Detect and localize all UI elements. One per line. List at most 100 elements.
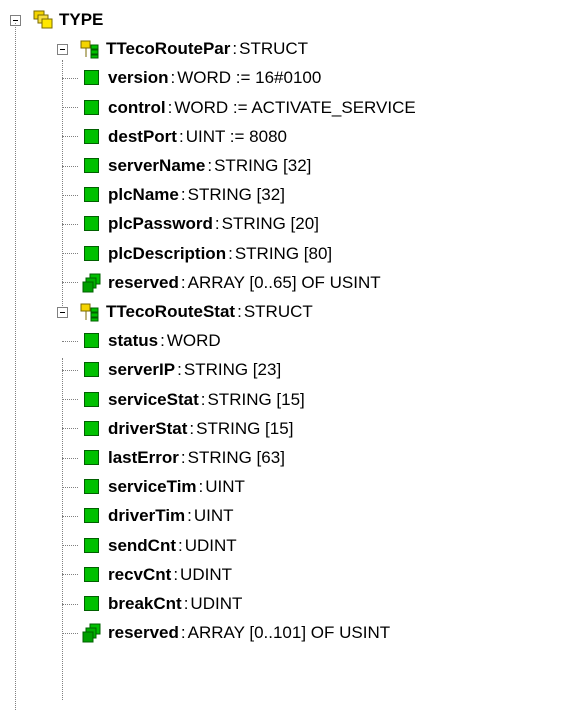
tree-node-member[interactable]: serviceTim: UINT [62, 473, 245, 501]
member-icon [82, 244, 102, 264]
tree-node-member[interactable]: serviceStat: STRING [15] [62, 386, 305, 414]
tree-connector [62, 428, 78, 430]
member-type: WORD := ACTIVATE_SERVICE [174, 97, 416, 117]
type-separator: : [200, 389, 206, 409]
tree-node-member[interactable]: destPort: UINT := 8080 [62, 123, 287, 151]
member-name: reserved [108, 623, 179, 643]
type-separator: : [207, 156, 213, 175]
type-separator: : [232, 39, 238, 59]
member-name: status [108, 331, 159, 351]
tree-node-member[interactable]: sendCnt: UDINT [62, 532, 237, 560]
member-icon [82, 360, 102, 380]
tree-node-member[interactable]: lastError: STRING [63] [62, 444, 285, 472]
member-name: serverName [108, 156, 206, 175]
struct-name: TTecoRoutePar [106, 39, 231, 59]
tree-node-member[interactable]: control: WORD := ACTIVATE_SERVICE [62, 94, 416, 122]
member-type: WORD := 16#0100 [177, 68, 322, 88]
type-separator: : [180, 272, 186, 292]
member-icon [82, 98, 102, 118]
type-separator: : [178, 126, 184, 146]
tree-node-member[interactable]: serverName: STRING [32] [62, 152, 311, 180]
collapse-toggle[interactable] [57, 43, 68, 55]
tree-connector [62, 77, 78, 79]
type-tree: TYPE TTecoRoutePar: STRUCT version: WORD :=… [0, 0, 564, 710]
struct-kind: STRUCT [243, 302, 313, 321]
member-name: version [108, 68, 169, 88]
tree-node-member[interactable]: recvCnt: UDINT [62, 561, 232, 589]
tree-node-member[interactable]: driverTim: UINT [62, 502, 234, 530]
member-name: destPort [108, 126, 177, 146]
tree-node-member[interactable]: plcDescription: STRING [80] [62, 240, 332, 268]
type-separator: : [214, 214, 220, 234]
type-separator: : [189, 418, 195, 438]
tree-node-member[interactable]: driverStat: STRING [15] [62, 415, 293, 443]
member-type: UDINT [190, 594, 243, 613]
member-name: serverIP [108, 360, 176, 380]
member-icon [82, 185, 102, 205]
member-name: breakCnt [108, 594, 182, 613]
struct-icon [80, 39, 100, 59]
member-name: plcDescription [108, 243, 227, 263]
member-icon [82, 156, 102, 176]
member-name: control [108, 97, 166, 117]
member-type: STRING [63] [187, 448, 285, 467]
type-separator: : [173, 564, 179, 584]
member-icon [82, 419, 102, 439]
member-type: UDINT [184, 535, 237, 555]
member-type: STRING [80] [234, 243, 333, 263]
member-icon [82, 506, 102, 526]
tree-connector [62, 340, 78, 342]
collapse-toggle[interactable] [57, 306, 68, 318]
tree-connector [62, 545, 78, 547]
member-name: driverStat [108, 418, 188, 438]
type-separator: : [178, 535, 183, 555]
member-icon [82, 68, 102, 88]
member-name: serviceTim [108, 477, 197, 497]
member-icon [82, 536, 102, 556]
array-icon [82, 273, 102, 293]
tree-connector [62, 194, 78, 196]
tree-node-member[interactable]: version: WORD := 16#0100 [62, 64, 321, 92]
tree-connector [15, 23, 16, 710]
tree-connector [62, 457, 78, 459]
type-separator: : [198, 477, 204, 497]
struct-icon [80, 302, 100, 322]
tree-node-member[interactable]: plcPassword: STRING [20] [62, 210, 319, 238]
member-name: recvCnt [108, 564, 172, 584]
tree-node-struct[interactable]: TTecoRouteStat: STRUCT [57, 298, 313, 326]
type-separator: : [228, 243, 233, 263]
type-separator: : [180, 185, 186, 205]
member-name: sendCnt [108, 535, 176, 555]
tree-node-member[interactable]: serverIP: STRING [23] [62, 356, 281, 384]
member-type: ARRAY [0..65] OF USINT [187, 272, 381, 292]
member-type: WORD [166, 331, 221, 351]
struct-name: TTecoRouteStat [106, 302, 236, 321]
member-icon [82, 214, 102, 234]
array-icon [82, 623, 102, 643]
type-separator: : [187, 506, 192, 526]
member-icon [82, 331, 102, 351]
member-name: plcPassword [108, 214, 213, 234]
tree-node-member[interactable]: breakCnt: UDINT [62, 590, 242, 618]
member-type: STRING [32] [214, 156, 312, 175]
member-type: UINT := 8080 [185, 126, 287, 146]
member-name: serviceStat [108, 389, 199, 409]
tree-node-member[interactable]: status: WORD [62, 327, 221, 355]
member-type: STRING [32] [187, 185, 285, 205]
member-name: lastError [108, 448, 179, 467]
member-type: UINT [205, 477, 245, 497]
tree-node-member[interactable]: reserved: ARRAY [0..101] OF USINT [62, 619, 390, 647]
tree-connector [62, 282, 78, 284]
tree-connector [62, 486, 78, 488]
tree-connector [62, 632, 78, 634]
tree-connector [62, 165, 78, 167]
type-separator: : [167, 97, 173, 117]
struct-kind: STRUCT [239, 39, 309, 59]
type-separator: : [177, 360, 182, 380]
member-type: STRING [15] [207, 389, 305, 409]
tree-node-member[interactable]: plcName: STRING [32] [62, 181, 285, 209]
member-type: STRING [20] [221, 214, 319, 234]
tree-node-struct[interactable]: TTecoRoutePar: STRUCT [57, 35, 308, 63]
tree-node-member[interactable]: reserved: ARRAY [0..65] OF USINT [62, 269, 381, 297]
tree-node-root[interactable]: TYPE [10, 6, 103, 34]
